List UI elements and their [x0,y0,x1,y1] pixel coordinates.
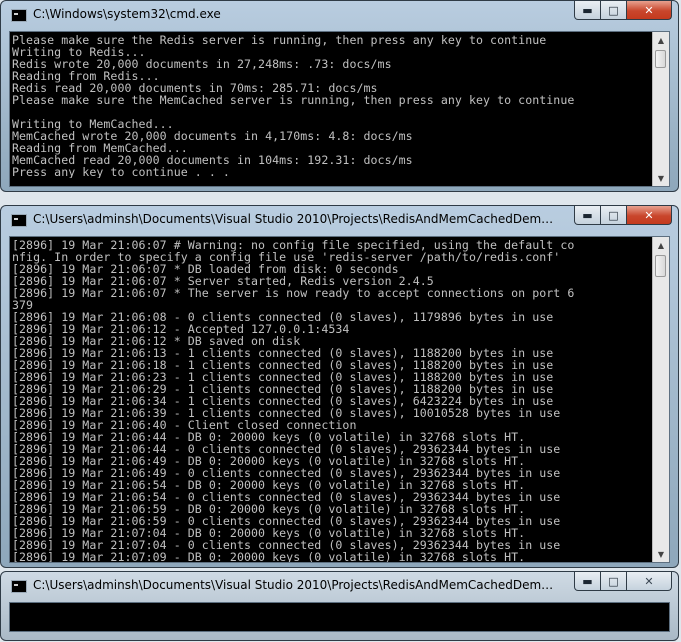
redis-window-controls: ▬ □ ✕ [574,206,672,225]
console-lines: Please make sure the Redis server is run… [12,34,650,178]
scroll-up-arrow-icon[interactable]: ▲ [653,32,669,48]
maximize-button[interactable]: □ [601,206,627,225]
close-button[interactable]: ✕ [627,206,672,225]
minimize-button[interactable]: ▬ [574,1,601,20]
vertical-scrollbar[interactable]: ▲ ▼ [652,32,669,186]
client-window-title: C:\Windows\system32\cmd.exe [33,7,221,21]
console-line: [2896] 19 Mar 21:06:07 * The server is n… [12,286,575,300]
scroll-down-arrow-icon[interactable]: ▼ [653,546,669,562]
minimize-button[interactable]: ▬ [574,206,601,225]
memcached-window-controls: ▬ □ ✕ [574,572,672,591]
console-line: [2896] 19 Mar 21:07:09 - DB 0: 20000 key… [12,550,526,563]
scroll-thumb[interactable] [655,255,666,277]
console-lines: [2896] 19 Mar 21:06:07 # Warning: no con… [12,239,650,563]
maximize-icon: □ [608,3,619,17]
maximize-button[interactable]: □ [601,572,627,591]
console-line: Please make sure the MemCached server is… [12,93,575,107]
scroll-down-arrow-icon[interactable]: ▼ [653,170,669,186]
client-window-titlebar[interactable]: C:\Windows\system32\cmd.exe ▬ □ ✕ [1,1,678,31]
client-window-controls: ▬ □ ✕ [574,1,672,20]
close-button[interactable]: ✕ [627,572,672,591]
minimize-button[interactable]: ▬ [574,572,601,591]
client-console-output[interactable]: Please make sure the Redis server is run… [9,31,670,187]
minimize-icon: ▬ [582,3,593,17]
minimize-icon: ▬ [582,574,593,588]
redis-window-title: C:\Users\adminsh\Documents\Visual Studio… [33,212,556,226]
close-icon: ✕ [644,208,654,222]
maximize-icon: □ [608,574,619,588]
memcached-window-titlebar[interactable]: C:\Users\adminsh\Documents\Visual Studio… [1,572,678,602]
maximize-button[interactable]: □ [601,1,627,20]
maximize-icon: □ [608,208,619,222]
close-icon: ✕ [644,3,654,17]
redis-window-titlebar[interactable]: C:\Users\adminsh\Documents\Visual Studio… [1,206,678,236]
memcached-server-window[interactable]: C:\Users\adminsh\Documents\Visual Studio… [0,571,679,641]
redis-server-window[interactable]: C:\Users\adminsh\Documents\Visual Studio… [0,205,679,568]
client-console-window[interactable]: C:\Windows\system32\cmd.exe ▬ □ ✕ Please… [0,0,679,192]
close-button[interactable]: ✕ [627,1,672,20]
console-icon [11,214,27,227]
scroll-thumb[interactable] [655,50,666,68]
console-icon [11,9,27,22]
console-icon [11,580,27,593]
vertical-scrollbar[interactable]: ▲ ▼ [652,237,669,562]
memcached-console-output[interactable] [9,602,670,632]
minimize-icon: ▬ [582,208,593,222]
console-line: Press any key to continue . . . [12,165,230,178]
close-icon: ✕ [644,574,654,588]
memcached-window-title: C:\Users\adminsh\Documents\Visual Studio… [33,578,556,592]
redis-console-output[interactable]: [2896] 19 Mar 21:06:07 # Warning: no con… [9,236,670,563]
scroll-up-arrow-icon[interactable]: ▲ [653,237,669,253]
